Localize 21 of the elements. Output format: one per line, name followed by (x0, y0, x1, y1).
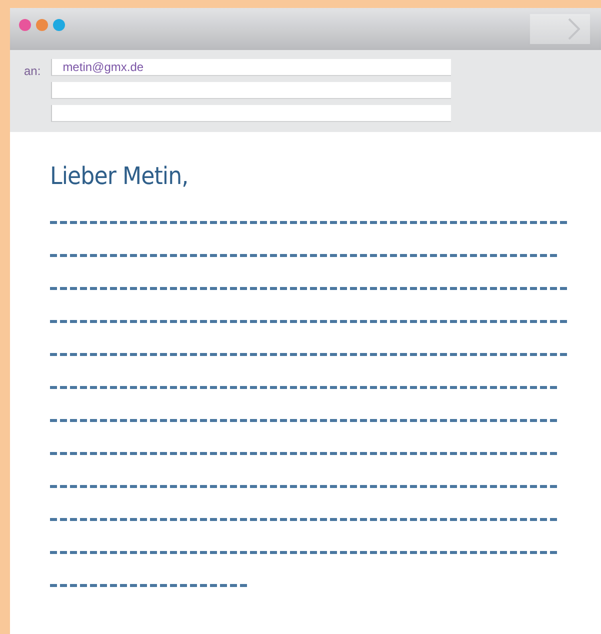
chevron-icon (568, 18, 580, 40)
fill-in-line[interactable] (50, 320, 570, 323)
fill-in-line[interactable] (50, 518, 560, 521)
fill-in-line[interactable] (50, 485, 560, 488)
fill-in-line[interactable] (50, 452, 560, 455)
to-label: an: (24, 64, 41, 80)
fill-in-line[interactable] (50, 386, 560, 389)
fill-in-line[interactable] (50, 221, 570, 224)
fill-in-line[interactable] (50, 419, 560, 422)
window-control-dot[interactable] (19, 19, 31, 31)
greeting: Lieber Metin, (50, 162, 190, 192)
recipient-field[interactable] (50, 82, 451, 99)
window-control-dot[interactable] (36, 19, 48, 31)
fill-in-line[interactable] (50, 584, 248, 587)
window-control-dot[interactable] (53, 19, 65, 31)
fill-in-line[interactable] (50, 254, 560, 257)
recipient-field[interactable]: metin@gmx.de (50, 59, 451, 76)
fill-in-line[interactable] (50, 353, 570, 356)
fill-in-line[interactable] (50, 551, 560, 554)
fill-in-line[interactable] (50, 287, 570, 290)
recipient-field[interactable] (50, 105, 451, 122)
